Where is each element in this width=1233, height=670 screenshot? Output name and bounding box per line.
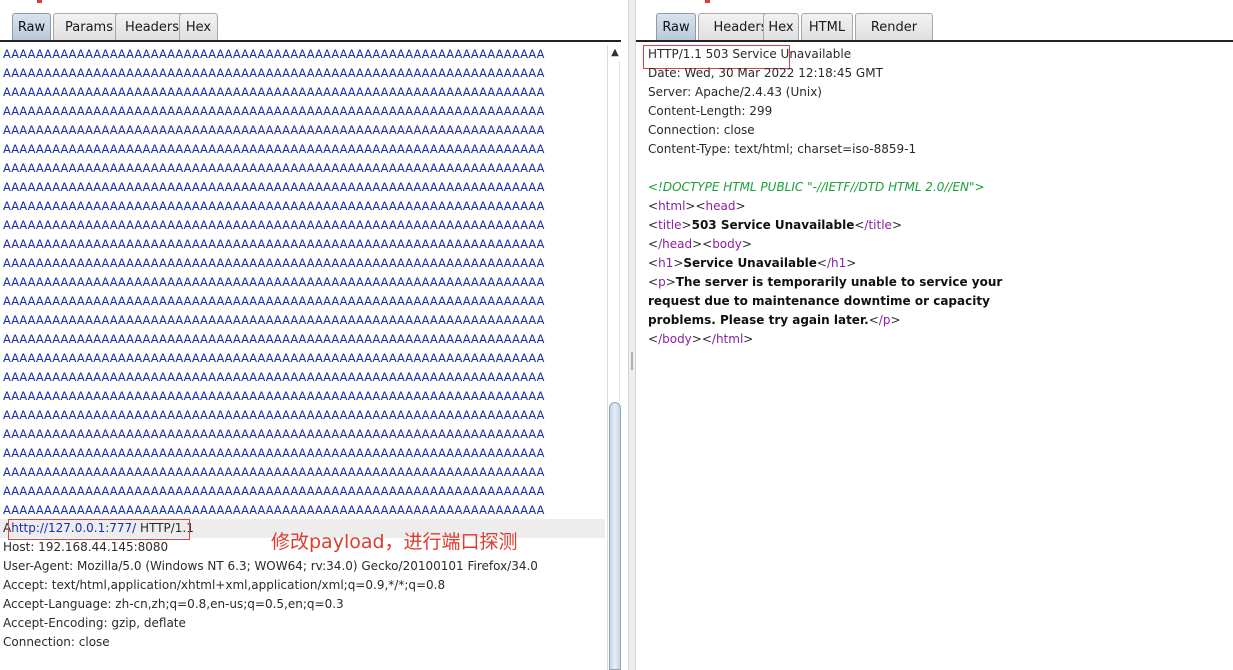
payload-line: AAAAAAAAAAAAAAAAAAAAAAAAAAAAAAAAAAAAAAAA… <box>3 142 545 156</box>
red-marker <box>37 0 42 3</box>
tab-hex[interactable]: Hex <box>763 13 799 40</box>
url-highlight-box <box>8 519 190 540</box>
payload-line: AAAAAAAAAAAAAAAAAAAAAAAAAAAAAAAAAAAAAAAA… <box>3 237 545 251</box>
header-accept: Accept: text/html,application/xhtml+xml,… <box>3 578 446 592</box>
panel-splitter[interactable] <box>628 0 636 670</box>
tag-head: head <box>705 199 736 213</box>
tag-title: title <box>658 218 682 232</box>
payload-line: AAAAAAAAAAAAAAAAAAAAAAAAAAAAAAAAAAAAAAAA… <box>3 199 545 213</box>
head-body-line: </head><body> <box>648 237 752 251</box>
payload-line: AAAAAAAAAAAAAAAAAAAAAAAAAAAAAAAAAAAAAAAA… <box>3 294 545 308</box>
payload-line: AAAAAAAAAAAAAAAAAAAAAAAAAAAAAAAAAAAAAAAA… <box>3 332 545 346</box>
header-host: Host: 192.168.44.145:8080 <box>3 540 169 554</box>
header-content-length: Content-Length: 299 <box>648 104 773 118</box>
payload-line: AAAAAAAAAAAAAAAAAAAAAAAAAAAAAAAAAAAAAAAA… <box>3 180 545 194</box>
tab-underline <box>0 40 621 42</box>
red-marker <box>705 0 710 3</box>
tag-close-title: /title <box>864 218 892 232</box>
body-html-close-line: </body></html> <box>648 332 754 346</box>
tag-close-html: /html <box>711 332 744 346</box>
response-raw-editor[interactable]: HTTP/1.1 503 Service Unavailable Date: W… <box>636 45 1233 670</box>
p-text-1: The server is temporarily unable to serv… <box>675 275 1003 289</box>
header-accept-encoding: Accept-Encoding: gzip, deflate <box>3 616 186 630</box>
p-line-1: <p>The server is temporarily unable to s… <box>648 275 1003 289</box>
header-accept-language: Accept-Language: zh-cn,zh;q=0.8,en-us;q=… <box>3 597 344 611</box>
payload-line: AAAAAAAAAAAAAAAAAAAAAAAAAAAAAAAAAAAAAAAA… <box>3 275 545 289</box>
tab-html[interactable]: HTML <box>801 13 853 40</box>
tag-h1: h1 <box>658 256 674 270</box>
payload-line: AAAAAAAAAAAAAAAAAAAAAAAAAAAAAAAAAAAAAAAA… <box>3 104 545 118</box>
payload-line: AAAAAAAAAAAAAAAAAAAAAAAAAAAAAAAAAAAAAAAA… <box>3 313 545 327</box>
request-raw-editor[interactable]: AAAAAAAAAAAAAAAAAAAAAAAAAAAAAAAAAAAAAAAA… <box>0 45 605 670</box>
p-line-3: problems. Please try again later.</p> <box>648 313 901 327</box>
annotation-text: 修改payload，进行端口探测 <box>271 531 518 553</box>
payload-line: AAAAAAAAAAAAAAAAAAAAAAAAAAAAAAAAAAAAAAAA… <box>3 218 545 232</box>
tag-html: html <box>658 199 686 213</box>
payload-line: AAAAAAAAAAAAAAAAAAAAAAAAAAAAAAAAAAAAAAAA… <box>3 351 545 365</box>
tab-headers[interactable]: Headers <box>115 13 189 40</box>
payload-line: AAAAAAAAAAAAAAAAAAAAAAAAAAAAAAAAAAAAAAAA… <box>3 389 545 403</box>
tag-close-head: /head <box>658 237 693 251</box>
header-server: Server: Apache/2.4.43 (Unix) <box>648 85 822 99</box>
payload-line: AAAAAAAAAAAAAAAAAAAAAAAAAAAAAAAAAAAAAAAA… <box>3 370 545 384</box>
tab-raw[interactable]: Raw <box>656 13 696 40</box>
header-content-type: Content-Type: text/html; charset=iso-885… <box>648 142 917 156</box>
p-text-3: problems. Please try again later. <box>648 313 869 327</box>
p-text-2: request due to maintenance downtime or c… <box>648 294 990 308</box>
payload-line: AAAAAAAAAAAAAAAAAAAAAAAAAAAAAAAAAAAAAAAA… <box>3 85 545 99</box>
payload-line: AAAAAAAAAAAAAAAAAAAAAAAAAAAAAAAAAAAAAAAA… <box>3 503 545 517</box>
tag-close-p: /p <box>878 313 891 327</box>
tag-close-body: /body <box>658 332 692 346</box>
tag-p: p <box>658 275 666 289</box>
tag-body: body <box>712 237 742 251</box>
header-connection: Connection: close <box>3 635 110 649</box>
payload-line: AAAAAAAAAAAAAAAAAAAAAAAAAAAAAAAAAAAAAAAA… <box>3 427 545 441</box>
request-scrollbar[interactable]: ▲ <box>607 45 621 670</box>
scroll-track <box>619 61 620 401</box>
header-connection: Connection: close <box>648 123 755 137</box>
payload-line: AAAAAAAAAAAAAAAAAAAAAAAAAAAAAAAAAAAAAAAA… <box>3 408 545 422</box>
request-panel: Raw Params Headers Hex AAAAAAAAAAAAAAAAA… <box>0 0 628 670</box>
tab-raw[interactable]: Raw <box>12 13 51 40</box>
doctype-line: <!DOCTYPE HTML PUBLIC "-//IETF//DTD HTML… <box>648 180 985 194</box>
title-line: <title>503 Service Unavailable</title> <box>648 218 902 232</box>
h1-line: <h1>Service Unavailable</h1> <box>648 256 857 270</box>
payload-line: AAAAAAAAAAAAAAAAAAAAAAAAAAAAAAAAAAAAAAAA… <box>3 66 545 80</box>
header-user-agent: User-Agent: Mozilla/5.0 (Windows NT 6.3;… <box>3 559 538 573</box>
payload-line: AAAAAAAAAAAAAAAAAAAAAAAAAAAAAAAAAAAAAAAA… <box>3 484 545 498</box>
payload-line: AAAAAAAAAAAAAAAAAAAAAAAAAAAAAAAAAAAAAAAA… <box>3 47 545 61</box>
payload-line: AAAAAAAAAAAAAAAAAAAAAAAAAAAAAAAAAAAAAAAA… <box>3 446 545 460</box>
tag-close-h1: /h1 <box>826 256 847 270</box>
tab-underline <box>636 40 1233 42</box>
h1-text: Service Unavailable <box>683 256 817 270</box>
scroll-up-arrow-icon[interactable]: ▲ <box>609 47 621 59</box>
splitter-grip-icon[interactable] <box>631 352 633 370</box>
scroll-thumb[interactable] <box>609 402 621 670</box>
tab-render[interactable]: Render <box>855 13 933 40</box>
html-head-line: <html><head> <box>648 199 746 213</box>
payload-line: AAAAAAAAAAAAAAAAAAAAAAAAAAAAAAAAAAAAAAAA… <box>3 161 545 175</box>
header-date: Date: Wed, 30 Mar 2022 12:18:45 GMT <box>648 66 883 80</box>
tab-hex[interactable]: Hex <box>179 13 218 40</box>
payload-line: AAAAAAAAAAAAAAAAAAAAAAAAAAAAAAAAAAAAAAAA… <box>3 123 545 137</box>
payload-line: AAAAAAAAAAAAAAAAAAAAAAAAAAAAAAAAAAAAAAAA… <box>3 256 545 270</box>
title-text: 503 Service Unavailable <box>691 218 855 232</box>
response-panel: Raw Headers Hex HTML Render HTTP/1.1 503… <box>636 0 1233 670</box>
payload-line: AAAAAAAAAAAAAAAAAAAAAAAAAAAAAAAAAAAAAAAA… <box>3 465 545 479</box>
